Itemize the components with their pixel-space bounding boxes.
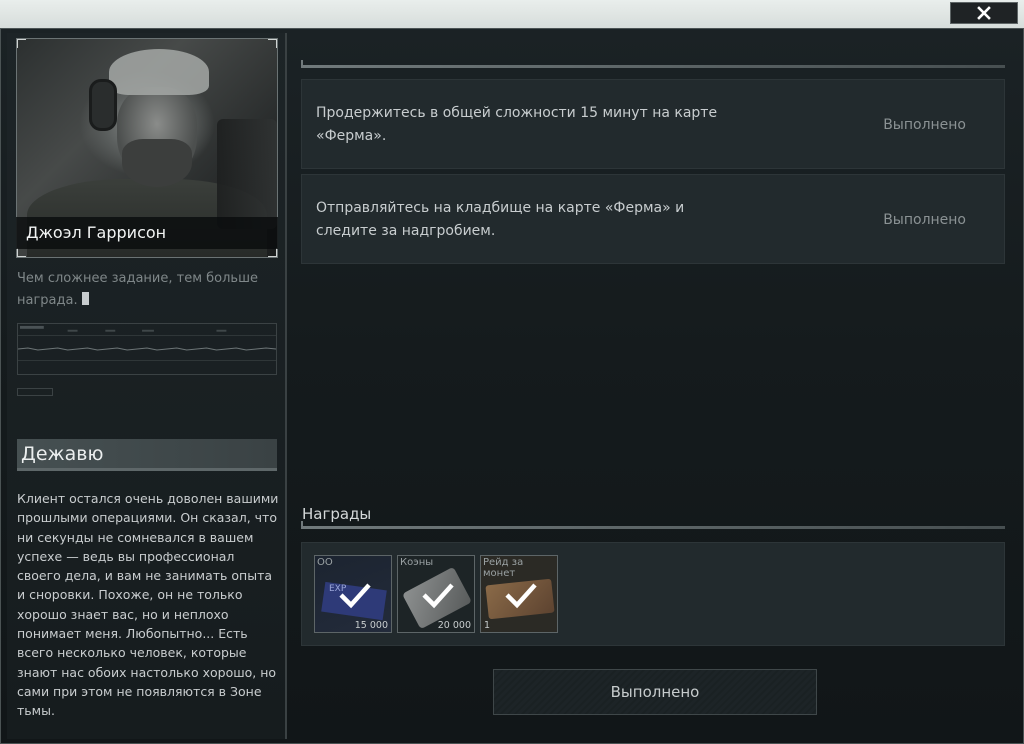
signal-graph: [17, 323, 277, 375]
rewards-list: EXP ОО 15 000 Коэны 20 000 Рейд за монет: [301, 542, 1005, 646]
objectives-panel: Продержитесь в общей сложности 15 минут …: [297, 33, 1013, 739]
divider: [301, 60, 1005, 68]
checkmark-icon: [505, 583, 537, 609]
reward-coins[interactable]: Коэны 20 000: [397, 555, 475, 633]
close-x-icon: [977, 6, 991, 20]
objective-status: Выполнено: [883, 117, 966, 133]
quest-title: Дежавю: [21, 443, 104, 465]
reward-count: 1: [484, 620, 491, 631]
quest-description: Клиент остался очень доволен вашими прош…: [17, 491, 279, 719]
reward-raid-ticket[interactable]: Рейд за монет 1: [480, 555, 558, 633]
checkmark-icon: [339, 583, 371, 609]
trader-name: Джоэл Гаррисон: [16, 217, 278, 249]
checkmark-icon: [422, 583, 454, 609]
quest-title-box: Дежавю: [17, 439, 277, 471]
objective-item: Продержитесь в общей сложности 15 минут …: [301, 79, 1005, 169]
reward-count: 20 000: [437, 620, 471, 631]
quest-window: Джоэл Гаррисон Чем сложнее задание, тем …: [0, 28, 1024, 744]
objective-text: Отправляйтесь на кладбище на карте «Ферм…: [316, 200, 685, 239]
rewards-label: Награды: [302, 505, 372, 523]
text-cursor: [81, 292, 89, 305]
objective-status: Выполнено: [883, 212, 966, 228]
trader-panel: Джоэл Гаррисон Чем сложнее задание, тем …: [7, 33, 287, 739]
complete-button[interactable]: Выполнено: [493, 669, 817, 715]
close-button[interactable]: [950, 2, 1018, 24]
objective-text: Продержитесь в общей сложности 15 минут …: [316, 105, 718, 144]
title-bar: [0, 0, 1024, 28]
divider: [301, 521, 1005, 529]
signal-tag: [17, 388, 53, 396]
reward-count: 15 000: [354, 620, 388, 631]
trader-quote: Чем сложнее задание, тем больше награда.: [17, 271, 258, 308]
reward-name: Коэны: [400, 557, 434, 568]
reward-name: Рейд за монет: [483, 557, 524, 579]
reward-name: ОО: [317, 557, 333, 568]
reward-experience[interactable]: EXP ОО 15 000: [314, 555, 392, 633]
objective-item: Отправляйтесь на кладбище на карте «Ферм…: [301, 174, 1005, 264]
